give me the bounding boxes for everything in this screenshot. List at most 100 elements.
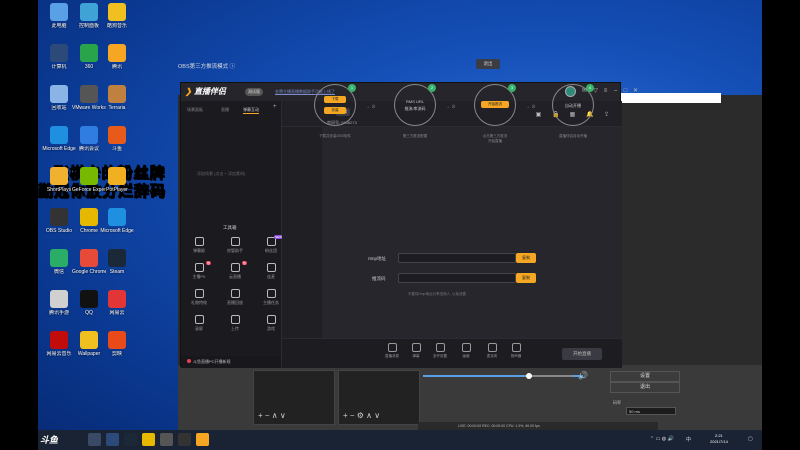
install-obs-button[interactable]: 安装: [324, 107, 346, 114]
desktop-icon[interactable]: Steam: [100, 249, 134, 275]
tool-icon: [266, 289, 276, 298]
desktop-icon-label: OBS Studio: [45, 228, 73, 234]
desktop-icon-label: 回收站: [51, 105, 67, 111]
desktop-icon[interactable]: 酷狗音乐: [100, 3, 134, 29]
maximize-icon[interactable]: □: [622, 88, 629, 95]
live-companion-window: ❯ 直播伴侣 测试版 金牌主播直播数据助手功能上线了 ✉ ▽ ≡ – □ ✕ 场…: [180, 82, 638, 368]
obs-exit-button[interactable]: 退出: [610, 382, 680, 393]
start-live-button[interactable]: 开始直播: [562, 348, 602, 360]
obs-bitrate-field[interactable]: 50 ms: [626, 407, 676, 415]
obs-bitrate-label: 码率: [613, 400, 621, 405]
tab-danmaku[interactable]: 弹幕互动: [243, 107, 259, 114]
minimize-icon[interactable]: –: [612, 88, 619, 95]
menu-icon[interactable]: ≡: [602, 88, 609, 95]
ime-indicator[interactable]: 中: [686, 436, 691, 443]
download-obs-button[interactable]: 下载: [324, 96, 346, 103]
tool-label: 录屏: [195, 326, 203, 331]
tool-item[interactable]: 热主播PK: [187, 261, 211, 280]
desktop-icon[interactable]: 腾讯手游: [42, 290, 76, 316]
security-hint: 不要将rtmp地址分享给他人, 以免泄露: [408, 292, 466, 296]
live-companion-icon[interactable]: [196, 433, 209, 446]
chrome-icon[interactable]: [142, 433, 155, 446]
explorer-icon[interactable]: [106, 433, 119, 446]
bottom-tool-item[interactable]: 直播消息: [380, 343, 404, 359]
bottom-tool-item[interactable]: 麦克风: [480, 343, 504, 359]
bottom-tool-item[interactable]: 画面: [454, 343, 478, 359]
notification-icon[interactable]: ▢: [748, 436, 753, 442]
steam-icon[interactable]: [124, 433, 137, 446]
media-progress-thumb[interactable]: [526, 373, 532, 379]
tool-item[interactable]: 连麦: [259, 263, 283, 280]
exit-obs-mode-button[interactable]: 退出: [476, 59, 500, 69]
desktop-icon[interactable]: ShortPlays: [42, 167, 76, 193]
desktop-icon[interactable]: 此电脑: [42, 3, 76, 29]
app-icon[interactable]: [160, 433, 173, 446]
tool-item[interactable]: 上传: [223, 315, 247, 332]
sidebar-footer-notice[interactable]: 斗鱼直播PC开播新规: [181, 356, 281, 368]
bottom-tool-item[interactable]: 弹幕: [404, 343, 428, 359]
app-shortcut-icon: [50, 126, 68, 144]
douyu-logo[interactable]: 斗鱼: [40, 433, 58, 446]
bottom-tool-label: 多开设置: [433, 354, 447, 358]
desktop-icon[interactable]: 回收站: [42, 85, 76, 111]
desktop-icon[interactable]: 腾讯: [100, 44, 134, 70]
app-shortcut-icon: [80, 208, 98, 226]
stream-key-field[interactable]: [398, 273, 516, 283]
tool-item[interactable]: 弹幕姬: [187, 237, 211, 254]
bottom-tool-label: 画面: [462, 354, 470, 358]
tool-label: 游戏: [267, 326, 275, 331]
close-icon[interactable]: ✕: [632, 88, 639, 95]
step-number: 4: [586, 84, 594, 92]
app-logo: ❯ 直播伴侣: [185, 86, 226, 97]
desktop-icon[interactable]: 计算机: [42, 44, 76, 70]
desktop-icon[interactable]: 斗鱼: [100, 126, 134, 152]
step-3-desc: 点击第三方推流 开始直播: [482, 134, 508, 143]
obs-mode-title: OBS第三方推流模式 ⓘ: [178, 62, 235, 70]
desktop-icon[interactable]: Microsoft Edge: [42, 126, 76, 152]
obs-settings-button[interactable]: 设置: [610, 371, 680, 382]
obs-icon[interactable]: [178, 433, 191, 446]
tool-item[interactable]: 录屏: [187, 315, 211, 332]
bottom-tool-icon: [461, 343, 471, 352]
tool-item[interactable]: NEW 粉丝团: [259, 235, 283, 254]
version-badge[interactable]: 测试版: [245, 88, 263, 96]
obs-source-controls[interactable]: + − ⚙ ∧ ∨: [343, 411, 380, 420]
start-push-button[interactable]: 开始推流: [481, 101, 509, 108]
desktop-icon[interactable]: Microsoft Edge: [100, 208, 134, 234]
window-icon[interactable]: ▣: [535, 112, 542, 119]
tool-item[interactable]: 房管助手: [223, 237, 247, 254]
add-tab-icon[interactable]: +: [273, 104, 277, 110]
tab-scenes[interactable]: 场景面板: [187, 107, 203, 113]
clock[interactable]: 2:21 2021/7/14: [710, 433, 728, 445]
task-view-icon[interactable]: [88, 433, 101, 446]
desktop-icon[interactable]: 网易云: [100, 290, 134, 316]
tool-label: 上传: [231, 326, 239, 331]
copy-rtmp-button[interactable]: 复制: [516, 253, 536, 263]
desktop-icon[interactable]: 微信: [42, 249, 76, 275]
share-icon[interactable]: ⇪: [603, 112, 610, 119]
desktop-icon[interactable]: OBS Studio: [42, 208, 76, 234]
desktop-icon[interactable]: 网易云音乐: [42, 331, 76, 357]
obs-scene-controls[interactable]: + − ∧ ∨: [258, 411, 286, 420]
tool-item[interactable]: 热云直播: [223, 261, 247, 280]
bottom-tool-item[interactable]: 多开设置: [428, 343, 452, 359]
media-progress-fill: [423, 375, 528, 377]
tool-item[interactable]: 直播回放: [223, 289, 247, 306]
copy-key-button[interactable]: 复制: [516, 273, 536, 283]
tab-live[interactable]: 直播: [221, 107, 229, 113]
help-icon[interactable]: ⓘ: [230, 64, 236, 70]
desktop-icon[interactable]: 剪映: [100, 331, 134, 357]
tray-icons[interactable]: ⌃ ▭ ◍ 🔊: [650, 436, 674, 442]
bottom-tool-item[interactable]: 扬声器: [504, 343, 528, 359]
tool-item[interactable]: 游戏: [259, 315, 283, 332]
desktop-icon[interactable]: PotPlayer: [100, 167, 134, 193]
tool-item[interactable]: 礼物特效: [187, 289, 211, 306]
main-panel: 编辑 房间号: 9458273 ▣ 🔒 ▦ 🔔 ⇪ 直播消息弹幕多开设置画面麦克…: [282, 101, 622, 368]
desktop-icon[interactable]: Terraria: [100, 85, 134, 111]
tool-item[interactable]: 主播任务: [259, 289, 283, 306]
step-4-label: 自动开播: [565, 103, 581, 108]
bottom-tool-label: 直播消息: [385, 354, 399, 358]
app-shortcut-icon: [80, 126, 98, 144]
volume-icon[interactable]: 🔊: [578, 371, 588, 380]
rtmp-address-field[interactable]: [398, 253, 516, 263]
